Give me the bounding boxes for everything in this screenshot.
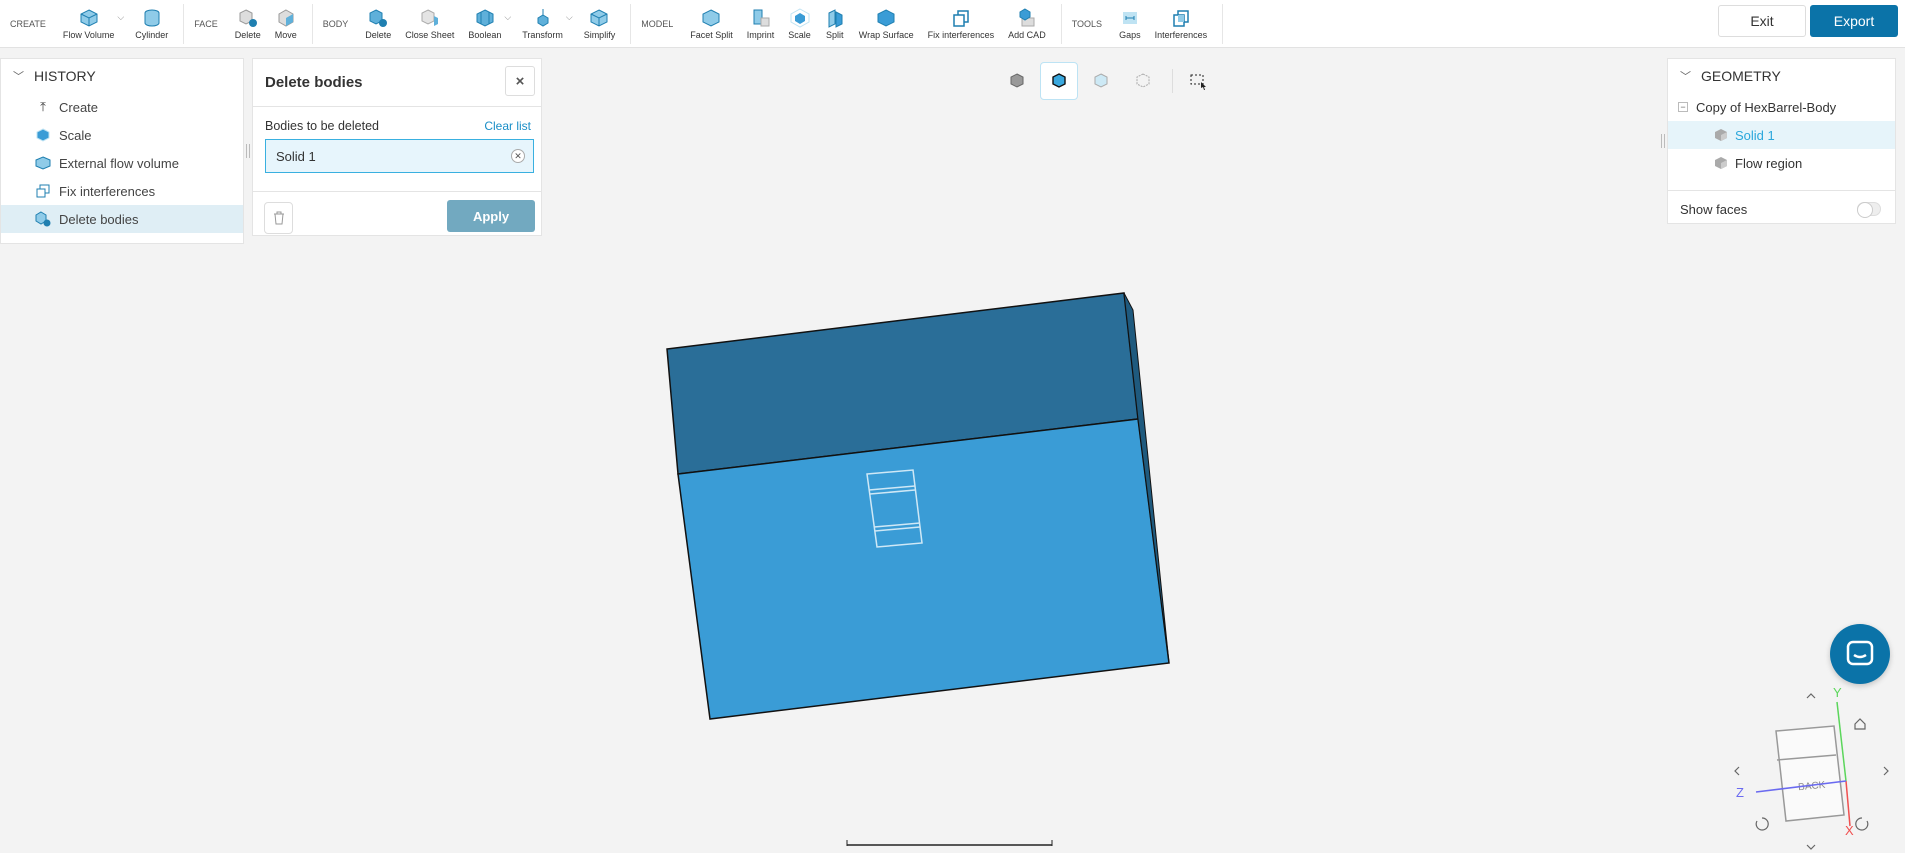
resize-handle[interactable] xyxy=(1661,134,1665,148)
rotate-down-icon[interactable] xyxy=(1806,844,1816,850)
view-cube-navigator[interactable]: BACK Y X Z xyxy=(1736,685,1854,838)
axis-label-y: Y xyxy=(1833,685,1842,700)
rotate-left-icon[interactable] xyxy=(1734,766,1740,776)
chat-button[interactable] xyxy=(1830,624,1890,684)
cube-icon xyxy=(1715,129,1727,141)
chat-icon xyxy=(1846,640,1874,666)
geometry-title: GEOMETRY xyxy=(1701,68,1781,84)
cube-icon xyxy=(1715,157,1727,169)
rotate-ccw-icon[interactable] xyxy=(1755,817,1769,831)
tree-root[interactable]: − Copy of HexBarrel-Body xyxy=(1668,93,1895,121)
axis-label-z: Z xyxy=(1736,785,1744,800)
3d-viewport[interactable]: BACK Y X Z xyxy=(0,0,1905,853)
geometry-panel: ﹀ GEOMETRY − Copy of HexBarrel-Body Solid … xyxy=(1667,58,1896,224)
rotate-cw-icon[interactable] xyxy=(1855,817,1869,831)
axis-label-x: X xyxy=(1845,823,1854,838)
chevron-down-icon[interactable]: ﹀ xyxy=(1680,68,1691,84)
tree-item-label: Flow region xyxy=(1735,155,1803,171)
tree-root-label: Copy of HexBarrel-Body xyxy=(1696,99,1837,115)
show-faces-toggle[interactable] xyxy=(1857,202,1881,218)
rotate-right-icon[interactable] xyxy=(1883,766,1889,776)
geometry-header[interactable]: ﹀ GEOMETRY xyxy=(1668,59,1895,93)
tree-item-solid-1[interactable]: Solid 1 xyxy=(1668,121,1895,149)
collapse-icon[interactable]: − xyxy=(1678,102,1688,112)
home-icon[interactable] xyxy=(1854,718,1866,730)
show-faces-label: Show faces xyxy=(1680,202,1748,217)
rotate-up-icon[interactable] xyxy=(1806,693,1816,699)
tree-item-flow-region[interactable]: Flow region xyxy=(1668,149,1895,177)
tree-item-label: Solid 1 xyxy=(1735,127,1775,143)
